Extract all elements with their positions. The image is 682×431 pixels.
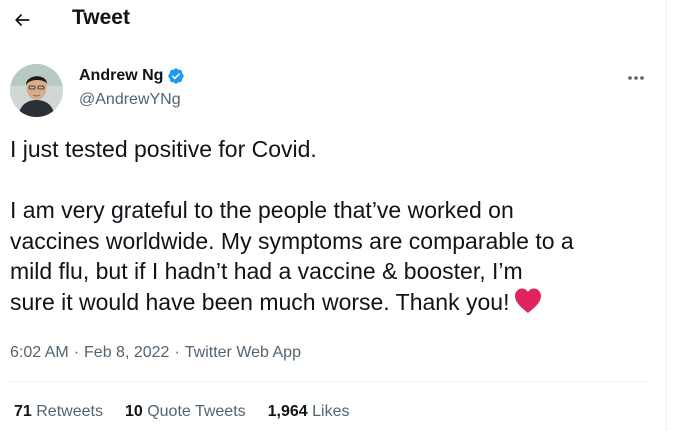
red-heart-icon — [513, 287, 543, 314]
tweet-meta: 6:02 AM · Feb 8, 2022 · Twitter Web App — [10, 344, 301, 362]
column-border — [666, 0, 667, 431]
tweet-date[interactable]: Feb 8, 2022 — [84, 344, 169, 362]
quote-tweets-count: 10 — [124, 403, 143, 420]
more-options-button[interactable] — [620, 66, 652, 90]
tweet-line: I just tested positive for Covid. — [10, 136, 317, 162]
divider — [10, 381, 648, 382]
page-header: Tweet — [0, 0, 666, 40]
avatar[interactable] — [10, 64, 63, 117]
meta-separator: · — [174, 344, 180, 361]
retweets-label: Retweets — [36, 403, 103, 420]
more-horizontal-icon — [628, 76, 644, 80]
tweet-time[interactable]: 6:02 AM — [10, 344, 69, 362]
author-name[interactable]: Andrew Ng — [79, 67, 163, 85]
page-title: Tweet — [72, 6, 130, 29]
meta-separator: · — [73, 344, 80, 361]
profile-photo — [10, 64, 63, 117]
author-name-row: Andrew Ng — [79, 67, 185, 85]
quote-tweets-stat[interactable]: 10 Quote Tweets — [125, 403, 246, 421]
tweet-source[interactable]: Twitter Web App — [185, 344, 301, 362]
verified-badge-icon — [167, 67, 185, 85]
quote-tweets-label: Quote Tweets — [147, 403, 246, 420]
tweet-line: I am very grateful to the people that’ve… — [10, 197, 514, 223]
tweet-text: I just tested positive for Covid. I am v… — [10, 134, 660, 317]
tweet-line: sure it would have been much worse. Than… — [10, 288, 510, 315]
tweet-stats: 71 Retweets 10 Quote Tweets 1,964 Likes — [14, 403, 350, 421]
tweet-line: vaccines worldwide. My symptoms are comp… — [10, 227, 574, 254]
likes-count: 1,964 — [267, 403, 308, 420]
likes-label: Likes — [312, 403, 350, 420]
tweet-line-last: sure it would have been much worse. Than… — [10, 287, 660, 318]
tweet-line: mild flu, but if I hadn’t had a vaccine … — [10, 258, 523, 284]
author-handle[interactable]: @AndrewYNg — [79, 91, 181, 109]
retweets-stat[interactable]: 71 Retweets — [14, 403, 103, 421]
retweets-count: 71 — [14, 403, 32, 420]
likes-stat[interactable]: 1,964 Likes — [268, 403, 350, 421]
back-button[interactable] — [6, 4, 38, 36]
arrow-left-icon — [15, 14, 30, 26]
tweet-detail-page: Tweet Andrew Ng @AndrewYNg I just tested… — [0, 0, 666, 431]
